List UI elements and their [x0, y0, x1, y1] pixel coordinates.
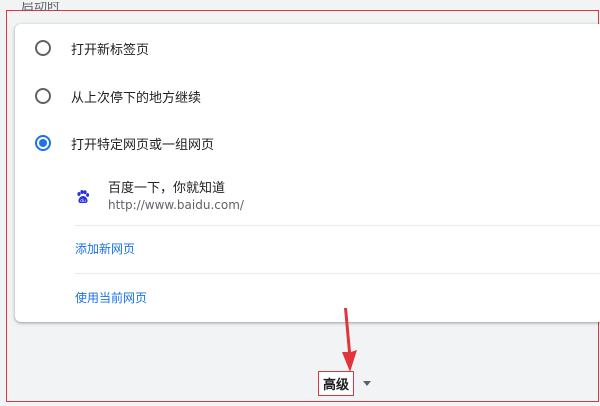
radio-option-continue[interactable]: 从上次停下的地方继续 [35, 84, 201, 108]
radio-button[interactable] [35, 88, 51, 104]
settings-page: 启动时 打开新标签页 从上次停下的地方继续 打开特定网页或一组网页 du 百度一… [0, 0, 600, 406]
baidu-paw-icon: du [77, 190, 90, 204]
chevron-down-icon[interactable] [363, 380, 372, 386]
radio-option-new-tab[interactable]: 打开新标签页 [35, 36, 149, 60]
radio-label: 从上次停下的地方继续 [71, 90, 202, 106]
radio-label: 打开特定网页或一组网页 [71, 137, 215, 153]
radio-button-checked[interactable] [35, 135, 51, 151]
advanced-button[interactable]: 高级 [318, 370, 355, 396]
startup-card: 打开新标签页 从上次停下的地方继续 打开特定网页或一组网页 du 百度一下，你就… [15, 24, 600, 322]
section-heading: 启动时 [21, 2, 61, 12]
startup-site-entry: du 百度一下，你就知道 http://www.baidu.com/ [75, 175, 600, 221]
site-title: 百度一下，你就知道 [108, 181, 226, 196]
divider [75, 225, 600, 226]
svg-text:du: du [80, 198, 86, 204]
radio-option-specific-pages[interactable]: 打开特定网页或一组网页 [35, 131, 214, 155]
radio-label: 打开新标签页 [71, 42, 150, 58]
annotation-arrow-icon [342, 308, 357, 372]
site-url: http://www.baidu.com/ [108, 198, 244, 212]
radio-button[interactable] [35, 40, 51, 56]
advanced-toggle[interactable]: 高级 [318, 370, 372, 396]
divider [75, 273, 600, 274]
use-current-pages-link[interactable]: 使用当前网页 [75, 289, 147, 306]
add-new-page-link[interactable]: 添加新网页 [75, 240, 135, 257]
